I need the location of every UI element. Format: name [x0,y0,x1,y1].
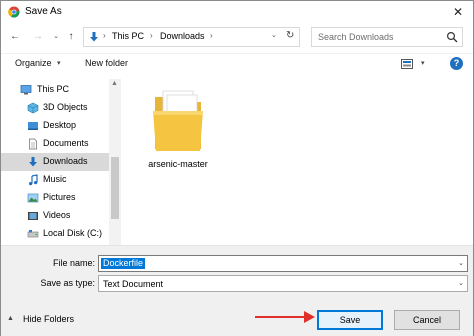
breadcrumb-separator: › [150,31,153,40]
address-bar[interactable]: › This PC › Downloads › ⌄ ↻ [83,27,300,47]
breadcrumb-separator: › [210,31,213,40]
chevron-up-icon: ▲ [7,315,14,322]
cube-icon [27,102,39,114]
save-button[interactable]: Save [317,310,383,330]
search-input[interactable]: Search Downloads [311,27,463,47]
chevron-down-icon[interactable]: ⌄ [458,279,464,287]
sidebar-item-music[interactable]: Music [1,171,109,189]
cancel-button[interactable]: Cancel [394,310,460,330]
scroll-up-icon[interactable]: ▲ [111,80,118,87]
navigation-pane: This PC 3D Objects Desktop Documents Dow… [1,79,121,245]
videos-icon [28,212,38,220]
sidebar-item-3d-objects[interactable]: 3D Objects [1,99,109,117]
window-title: Save As [25,6,62,17]
file-name-label: File name: [52,258,95,268]
sidebar-item-local-disk[interactable]: Local Disk (C:) [1,225,109,243]
view-options-icon[interactable] [401,59,413,69]
organize-button[interactable]: Organize [15,58,52,68]
breadcrumb-this-pc[interactable]: This PC [112,31,144,41]
save-as-type-label: Save as type: [40,278,95,288]
sidebar-item-label: Desktop [43,120,77,130]
up-button[interactable]: ↑ [64,30,78,44]
search-placeholder: Search Downloads [318,32,394,42]
pane-divider [1,245,473,253]
sidebar-item-label: Pictures [43,192,76,202]
sidebar-item-label: Local Disk (C:) [43,228,103,238]
command-bar: Organize ▾ New folder ▾ ? [1,53,473,73]
file-item-arsenic-master[interactable]: arsenic-master [141,85,215,177]
new-folder-button[interactable]: New folder [85,58,128,68]
refresh-icon[interactable]: ↻ [286,30,298,41]
chevron-down-icon: ▾ [57,60,61,67]
address-dropdown-button[interactable]: ⌄ [271,31,283,39]
sidebar-item-documents[interactable]: Documents [1,135,109,153]
drive-icon [27,230,39,238]
sidebar-item-videos[interactable]: Videos [1,207,109,225]
sidebar-item-this-pc[interactable]: This PC [1,81,109,99]
sidebar-item-desktop[interactable]: Desktop [1,117,109,135]
sidebar-item-label: Music [43,174,67,184]
sidebar-item-pictures[interactable]: Pictures [1,189,109,207]
download-icon [29,157,37,167]
back-button[interactable]: ← [8,30,22,44]
breadcrumb-downloads[interactable]: Downloads [160,31,205,41]
forward-button[interactable]: → [31,30,45,44]
breadcrumb-separator: › [103,31,106,40]
file-name: arsenic-master [148,159,208,169]
sidebar-item-label: 3D Objects [43,102,88,112]
search-icon [446,31,458,43]
scrollbar-thumb[interactable] [111,157,119,219]
help-icon[interactable]: ? [450,57,463,70]
file-name-field[interactable]: Dockerfile ⌄ [98,255,468,272]
navigation-row: ← → ⌄ ↑ › This PC › Downloads › ⌄ ↻ Sear… [1,24,473,52]
save-form: File name: Dockerfile ⌄ Save as type: Te… [1,253,473,336]
sidebar-item-label: Videos [43,210,71,220]
title-bar: Save As ✕ [1,1,473,23]
save-as-type-value: Text Document [103,279,164,289]
sidebar-item-downloads[interactable]: Downloads [1,153,109,171]
chevron-down-icon[interactable]: ▾ [421,59,425,67]
save-as-type-select[interactable]: Text Document ⌄ [98,275,468,292]
recent-locations-button[interactable]: ⌄ [49,30,63,44]
documents-icon [29,138,37,150]
annotation-arrow-icon [255,311,315,323]
close-button[interactable]: ✕ [447,3,469,21]
folder-icon [153,90,203,151]
sidebar-item-label: This PC [37,84,70,94]
chrome-icon [8,6,20,18]
chevron-down-icon[interactable]: ⌄ [458,259,464,267]
music-icon [29,174,38,186]
desktop-icon [28,122,38,130]
computer-icon [20,85,32,95]
sidebar-item-label: Downloads [43,156,88,166]
navigation-scrollbar[interactable]: ▲ [109,79,121,245]
pictures-icon [27,193,39,203]
save-as-dialog: Save As ✕ ← → ⌄ ↑ › This PC › Downloads … [0,0,474,336]
file-list-pane: arsenic-master [122,79,473,245]
hide-folders-label: Hide Folders [23,314,75,324]
file-name-value[interactable]: Dockerfile [101,258,146,269]
sidebar-item-label: Documents [43,138,89,148]
download-icon [90,32,98,42]
